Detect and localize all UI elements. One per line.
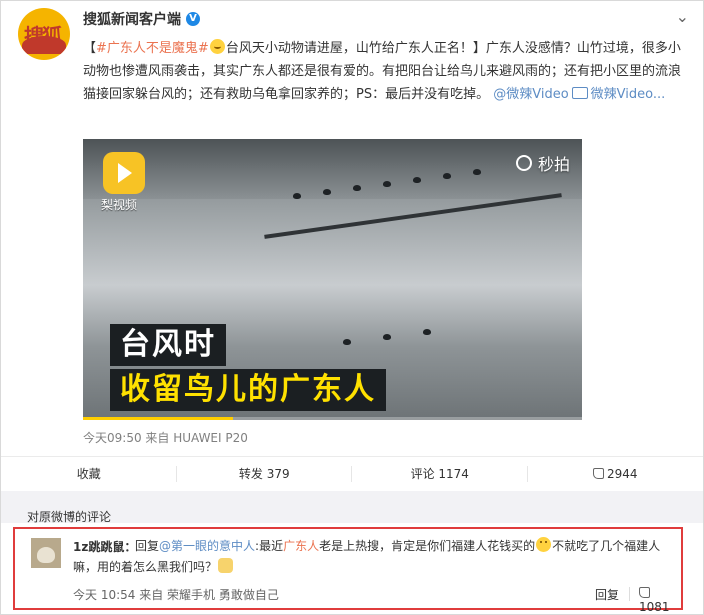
video-scene-bird bbox=[383, 181, 391, 187]
topic-link[interactable]: #广东人不是魔鬼# bbox=[96, 41, 209, 56]
comment-text: 回复@第一眼的意中人:最近广东人老是上热搜，肯定是你们福建人花钱买的 不就吃了几个… bbox=[73, 536, 663, 578]
cat-emoji-icon bbox=[218, 558, 234, 573]
video-scene-bird bbox=[323, 189, 331, 195]
keyword-link[interactable]: 广东人 bbox=[283, 539, 319, 553]
chevron-down-icon[interactable]: ⌄ bbox=[676, 7, 689, 26]
post-title: 台风天小动物请进屋，山竹给广东人正名！ bbox=[225, 41, 473, 56]
comments-header: 对原微博的评论 bbox=[1, 491, 703, 524]
video-source-label: 梨视频 bbox=[101, 198, 138, 212]
video-scene-bird bbox=[293, 193, 301, 199]
face-emoji-icon bbox=[536, 537, 552, 552]
favorite-button[interactable]: 收藏 bbox=[1, 457, 177, 491]
favorite-label: 收藏 bbox=[76, 467, 101, 481]
video-caption-line2: 收留鸟儿的广东人 bbox=[110, 369, 386, 411]
author-avatar[interactable]: 搜狐 bbox=[18, 8, 70, 60]
mention-link[interactable]: @微辣Video bbox=[493, 87, 568, 102]
video-icon bbox=[571, 87, 588, 99]
comments-title: 对原微博的评论 bbox=[27, 510, 112, 524]
comment-text-b: 老是上热搜，肯定是你们福建人花钱买的 bbox=[319, 539, 536, 553]
video-progress-fill bbox=[83, 417, 233, 420]
author-name[interactable]: 搜狐新闻客户端 bbox=[83, 9, 181, 29]
pear-video-logo-icon bbox=[103, 152, 145, 194]
watermark: 秒拍 bbox=[515, 151, 570, 175]
video-scene-bird bbox=[413, 177, 421, 183]
video-player[interactable]: 梨视频 秒拍 台风时 收留鸟儿的广东人 bbox=[83, 139, 582, 420]
video-link[interactable]: 微辣Video... bbox=[591, 87, 666, 102]
laughing-emoji-icon bbox=[209, 39, 225, 54]
video-scene-bird bbox=[443, 173, 451, 179]
like-count: 2944 bbox=[606, 467, 638, 481]
comment-text-a: :最近 bbox=[255, 539, 284, 553]
reply-mention-link[interactable]: @第一眼的意中人 bbox=[159, 539, 255, 553]
post-meta[interactable]: 今天09:50 来自 HUAWEI P20 bbox=[83, 429, 248, 446]
video-scene-bird bbox=[353, 185, 361, 191]
repost-label: 转发 379 bbox=[238, 467, 290, 481]
commenter-avatar[interactable] bbox=[31, 538, 61, 568]
reply-prefix: 回复 bbox=[135, 539, 160, 553]
comment-reply-button[interactable]: 回复 bbox=[595, 586, 619, 603]
fox-logo-icon bbox=[22, 36, 66, 54]
text-bracket: 【 bbox=[83, 41, 97, 56]
video-scene-bird bbox=[423, 329, 431, 335]
divider bbox=[629, 587, 630, 601]
video-scene-rail bbox=[264, 193, 562, 239]
video-caption-line1: 台风时 bbox=[110, 324, 226, 366]
action-bar: 收藏 转发 379 评论 1174 2944 bbox=[1, 456, 703, 491]
comment-like-button[interactable]: 1081 bbox=[639, 586, 681, 614]
comment-button[interactable]: 评论 1174 bbox=[352, 457, 528, 491]
video-scene-bird bbox=[473, 169, 481, 175]
post-text: 【#广东人不是魔鬼# 台风天小动物请进屋，山竹给广东人正名！】广东人没感情？山竹过… bbox=[83, 37, 683, 106]
thumbs-up-icon bbox=[639, 587, 650, 598]
weibo-card: 搜狐 搜狐新闻客户端 V ⌄ 【#广东人不是魔鬼# 台风天小动物请进屋，山竹给广东… bbox=[0, 0, 704, 615]
video-scene-ceiling bbox=[83, 139, 582, 199]
verified-v-icon[interactable]: V bbox=[186, 12, 200, 26]
watermark-text: 秒拍 bbox=[537, 155, 570, 174]
video-progress-bar[interactable] bbox=[83, 417, 582, 420]
video-scene-bird bbox=[383, 334, 391, 340]
video-scene-bird bbox=[343, 339, 351, 345]
comment-item: 1z跳跳鼠： 回复@第一眼的意中人:最近广东人老是上热搜，肯定是你们福建人花钱买… bbox=[13, 527, 683, 614]
thumbs-up-icon bbox=[592, 468, 604, 479]
comment-label: 评论 1174 bbox=[410, 467, 469, 481]
author-name-row: 搜狐新闻客户端 V bbox=[83, 9, 200, 29]
comment-like-count: 1081 bbox=[639, 600, 670, 614]
like-button[interactable]: 2944 bbox=[528, 457, 704, 491]
play-icon bbox=[118, 163, 132, 183]
miaopai-logo-icon bbox=[515, 155, 532, 171]
comment-meta: 今天 10:54 来自 荣耀手机 勇敢做自己 bbox=[73, 588, 279, 602]
repost-button[interactable]: 转发 379 bbox=[177, 457, 353, 491]
